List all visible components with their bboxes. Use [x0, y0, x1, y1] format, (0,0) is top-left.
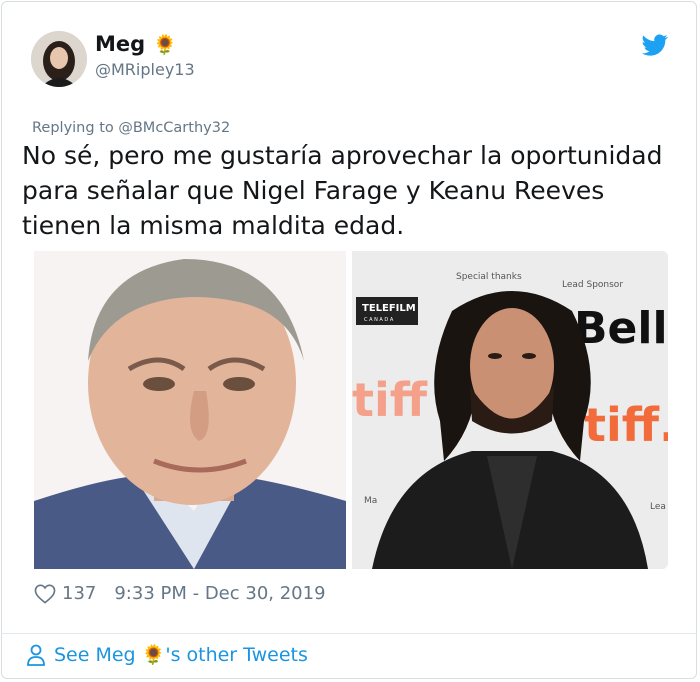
lead-sponsor-text: Lead Sponsor — [562, 280, 623, 290]
lea-text: Lea — [650, 502, 666, 512]
footer-sunflower-emoji: 🌻 — [141, 644, 166, 666]
special-thanks-text: Special thanks — [456, 272, 522, 282]
photo-nigel-farage[interactable] — [34, 251, 346, 569]
see-prefix: See Meg — [54, 644, 136, 666]
telefilm-text: TELEFILM — [362, 303, 416, 314]
replying-prefix: Replying to — [32, 120, 114, 136]
ma-text: Ma — [364, 496, 377, 506]
bell-text: Bell — [574, 303, 668, 354]
replying-to: Replying to @BMcCarthy32 — [32, 120, 230, 136]
canada-text: C A N A D A — [364, 317, 394, 323]
like-count[interactable]: 137 — [62, 583, 96, 604]
avatar[interactable] — [31, 31, 87, 87]
tweet-timestamp[interactable]: 9:33 PM - Dec 30, 2019 — [114, 583, 325, 604]
tiff-left-text: tiff — [352, 373, 428, 427]
sunflower-emoji: 🌻 — [153, 33, 177, 56]
see-other-tweets-link[interactable]: See Meg 🌻's other Tweets — [26, 643, 308, 666]
replying-mention-link[interactable]: @BMcCarthy32 — [118, 120, 230, 136]
author-handle[interactable]: @MRipley13 — [95, 60, 195, 79]
see-suffix: 's other Tweets — [165, 644, 308, 666]
photo-keanu-reeves[interactable]: Special thanks Lead Sponsor TELEFILM C A… — [352, 251, 668, 569]
divider — [1, 633, 697, 634]
tweet-text: No sé, pero me gustaría aprovechar la op… — [22, 141, 663, 240]
heart-icon[interactable] — [34, 584, 56, 604]
tweet-meta: 137 9:33 PM - Dec 30, 2019 — [34, 583, 326, 604]
person-icon — [27, 644, 45, 666]
twitter-bird-icon[interactable] — [641, 32, 669, 58]
tweet-media: Special thanks Lead Sponsor TELEFILM C A… — [34, 251, 668, 569]
author-name[interactable]: Meg 🌻 — [95, 32, 177, 56]
author-name-text: Meg — [95, 32, 146, 56]
tiff-right-text: tiff. — [584, 398, 668, 452]
